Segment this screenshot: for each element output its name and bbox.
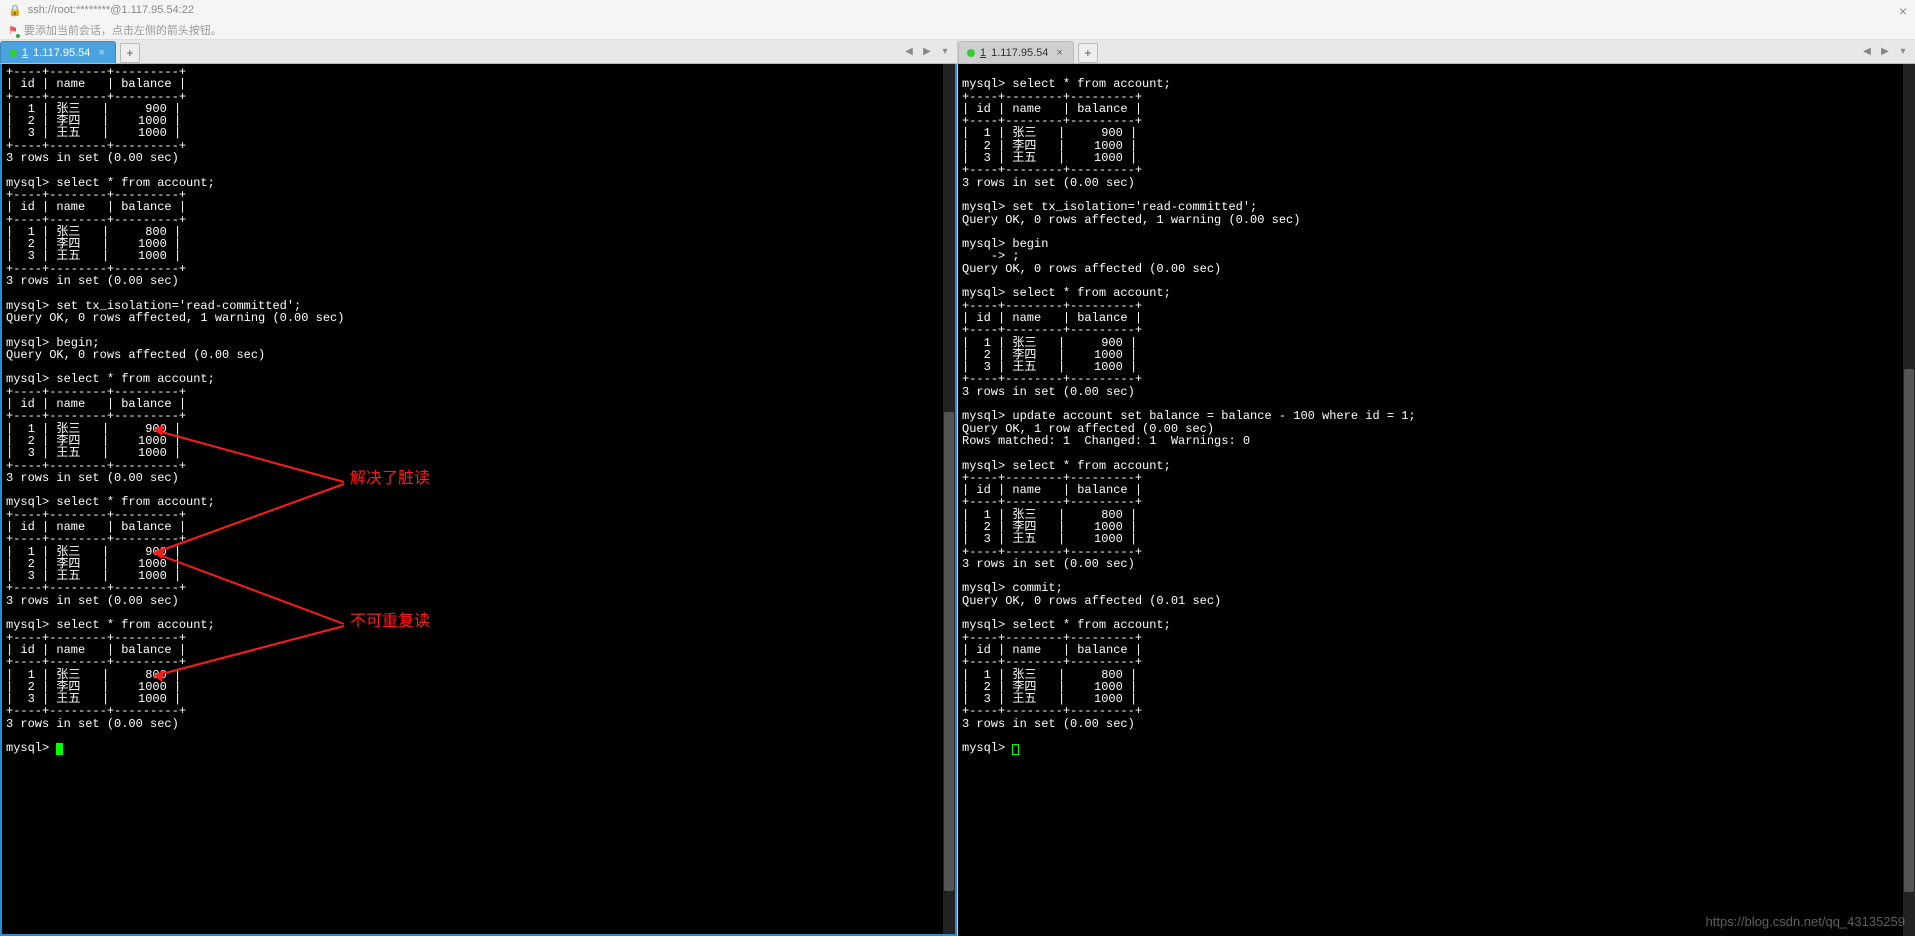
terminal-content: mysql> select * from account; +----+----…	[962, 77, 1416, 755]
nav-right-icon[interactable]: ▶	[919, 42, 935, 60]
nav-left-icon[interactable]: ◀	[901, 42, 917, 60]
tab-add-button[interactable]: +	[1078, 43, 1098, 63]
right-terminal[interactable]: mysql> select * from account; +----+----…	[958, 64, 1915, 936]
tab-close-icon[interactable]: ×	[1056, 47, 1062, 59]
annotation-label-2: 不可重复读	[350, 616, 430, 628]
status-dot-icon	[967, 49, 975, 57]
left-terminal[interactable]: +----+--------+---------+ | id | name | …	[0, 64, 957, 936]
tab-host: 1.117.95.54	[33, 47, 90, 59]
status-dot-icon	[9, 49, 17, 57]
hint-row: ⚑ 要添加当前会话，点击左侧的箭头按钮。	[8, 20, 1907, 40]
tab-close-icon[interactable]: ×	[98, 47, 104, 59]
address-row: 🔒 ssh://root:********@1.117.95.54:22 ×	[8, 0, 1907, 20]
right-tab[interactable]: 1 1.117.95.54 ×	[958, 41, 1074, 63]
nav-down-icon[interactable]: ▾	[1895, 42, 1911, 60]
terminal-content: +----+--------+---------+ | id | name | …	[6, 65, 344, 755]
tab-number: 1	[980, 47, 986, 59]
scroll-thumb[interactable]	[1904, 369, 1914, 892]
flag-icon[interactable]: ⚑	[8, 24, 18, 37]
tab-number: 1	[22, 47, 28, 59]
nav-right-icon[interactable]: ▶	[1877, 42, 1893, 60]
nav-left-icon[interactable]: ◀	[1859, 42, 1875, 60]
nav-down-icon[interactable]: ▾	[937, 42, 953, 60]
annotation-label-1: 解决了脏读	[350, 473, 430, 485]
right-tab-strip: 1 1.117.95.54 × + ◀ ▶ ▾	[958, 40, 1915, 64]
right-pane: 1 1.117.95.54 × + ◀ ▶ ▾ mysql> select * …	[958, 40, 1915, 936]
tab-add-button[interactable]: +	[120, 43, 140, 63]
scrollbar[interactable]	[943, 64, 955, 934]
tab-nav: ◀ ▶ ▾	[901, 42, 953, 60]
scroll-thumb[interactable]	[944, 412, 954, 891]
cursor-icon	[56, 743, 63, 755]
tab-nav: ◀ ▶ ▾	[1859, 42, 1911, 60]
close-icon[interactable]: ×	[1899, 3, 1907, 19]
left-tab[interactable]: 1 1.117.95.54 ×	[0, 41, 116, 63]
main-split: 1 1.117.95.54 × + ◀ ▶ ▾ +----+--------+-…	[0, 40, 1915, 936]
left-tab-strip: 1 1.117.95.54 × + ◀ ▶ ▾	[0, 40, 957, 64]
address-url: ssh://root:********@1.117.95.54:22	[28, 4, 194, 16]
top-bar: 🔒 ssh://root:********@1.117.95.54:22 × ⚑…	[0, 0, 1915, 40]
scrollbar[interactable]	[1903, 64, 1915, 936]
cursor-icon	[1012, 744, 1019, 755]
hint-text: 要添加当前会话，点击左侧的箭头按钮。	[24, 22, 222, 38]
tab-host: 1.117.95.54	[991, 47, 1048, 59]
lock-icon: 🔒	[8, 4, 22, 17]
left-pane: 1 1.117.95.54 × + ◀ ▶ ▾ +----+--------+-…	[0, 40, 958, 936]
watermark: https://blog.csdn.net/qq_43135259	[1706, 916, 1906, 928]
